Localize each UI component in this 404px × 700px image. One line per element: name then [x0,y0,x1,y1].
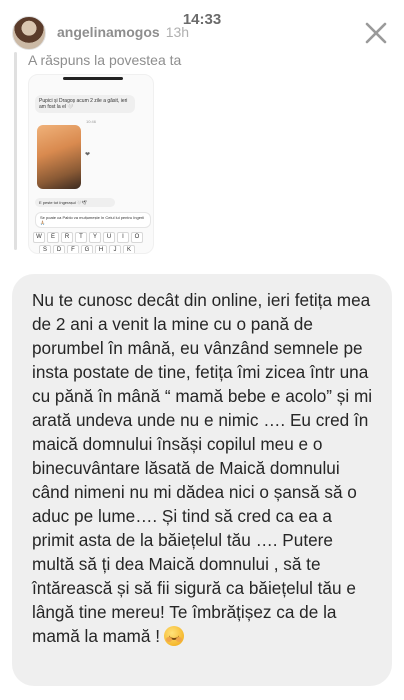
story-thumbnail[interactable]: Pupici și Dragoș acum 2 zile a găsit, ie… [28,74,154,254]
thumb-input-text: Se poate ca Pablo va mulțumește în Ceiul… [35,212,151,228]
message-bubble[interactable]: Nu te cunosc decât din online, ieri feti… [12,274,392,686]
username[interactable]: angelinamogos 13h [57,24,189,40]
keyboard-key: H [95,245,107,253]
keyboard-key: D [53,245,65,253]
thumb-caption: E peste tot îngerașul 🤍🕊 [35,198,115,207]
thumb-photo [37,125,81,189]
keyboard-key: U [103,232,115,243]
keyboard-key: G [81,245,93,253]
close-icon[interactable] [362,19,390,47]
keyboard-row-1: W E R T Y U I O [33,232,153,243]
message-text: Nu te cunosc decât din online, ieri feti… [32,290,373,646]
reply-indicator-bar [14,52,17,250]
keyboard-key: Y [89,232,101,243]
keyboard-key: W [33,232,45,243]
heart-icon: ❤ [85,152,91,158]
message-text-block: Nu te cunosc decât din online, ieri feti… [32,288,374,648]
thumb-time-label: 10:46 [85,119,96,124]
avatar[interactable] [12,16,46,50]
keyboard-key: O [131,232,143,243]
keyboard-key: E [47,232,59,243]
time-ago: 13h [165,24,190,40]
close-button[interactable] [362,19,390,47]
reply-label: A răspuns la povestea ta [28,52,182,68]
story-header: angelinamogos 13h [12,16,392,52]
keyboard-key: J [109,245,121,253]
story-reply-context: A răspuns la povestea ta Pupici și Drago… [14,52,392,254]
thumb-top-bar [63,77,123,80]
keyboard-key: T [75,232,87,243]
keyboard-key: R [61,232,73,243]
keyboard-row-2: S D F G H J K [39,245,153,253]
blushing-smile-emoji-icon [163,626,184,646]
keyboard-key: K [123,245,135,253]
thumb-message-bubble: Pupici și Dragoș acum 2 zile a găsit, ie… [35,95,135,113]
keyboard-key: S [39,245,51,253]
keyboard-key: F [67,245,79,253]
keyboard-key: I [117,232,129,243]
username-text[interactable]: angelinamogos [57,24,160,40]
